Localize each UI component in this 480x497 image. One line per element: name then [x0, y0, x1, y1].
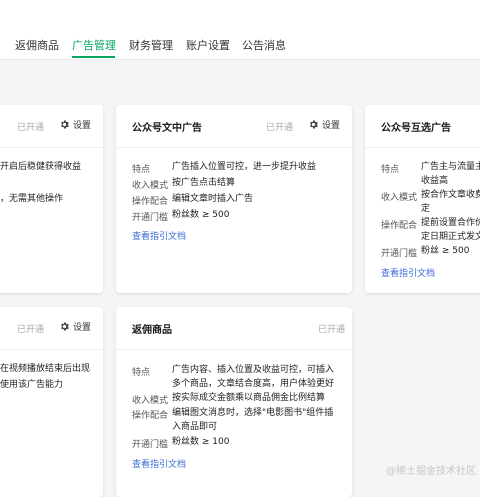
row-label-threshold: 开通门槛	[381, 249, 418, 259]
card-header: 已开通 设置	[0, 105, 103, 148]
row-value-feature: 广告主与流量主 收益高	[421, 162, 480, 186]
active-tab-indicator	[72, 56, 115, 58]
watermark: @稀土掘金技术社区	[386, 466, 476, 477]
feature-fragment-2: 使用该广告能力	[0, 380, 64, 390]
status-badge: 已开通	[17, 123, 45, 133]
tab-announcements[interactable]: 公告消息	[242, 37, 286, 53]
settings-label: 设置	[322, 121, 341, 131]
row-value-operation: 编辑文章时插入广告	[172, 194, 254, 204]
feature-fragment: 在视频播放结束后出现	[0, 364, 91, 374]
row-value-operation: 编辑图文消息时，选择"电影图书"组件插入商品即可	[172, 408, 334, 432]
settings-button[interactable]: 设置	[59, 118, 91, 131]
row-label-feature: 特点	[132, 165, 151, 175]
card-header: 公众号文中广告 已开通 设置	[116, 105, 352, 148]
tab-finance[interactable]: 财务管理	[129, 37, 173, 53]
row-label-feature: 特点	[381, 165, 400, 175]
row-value-operation: 提前设置合作价 定日期正式发文	[421, 218, 480, 242]
card-header: 公众号互选广告	[365, 105, 480, 148]
tab-commission-goods[interactable]: 返佣商品	[15, 37, 59, 53]
card-title: 公众号互选广告	[381, 123, 451, 134]
row-value-income: 按广告点击结算	[172, 178, 236, 188]
status-badge: 已开通	[266, 123, 294, 133]
card-mutual-ad: 公众号互选广告 特点 广告主与流量主 收益高 收入模式 按合作文章收费 定 操作…	[365, 105, 480, 293]
row-label-threshold: 开通门槛	[132, 213, 169, 223]
row-label-income: 收入模式	[381, 193, 418, 203]
settings-label: 设置	[73, 121, 92, 131]
guide-doc-link[interactable]: 查看指引文档	[132, 229, 186, 242]
card-title: 返佣商品	[132, 325, 172, 336]
card-header: 已开通 设置	[0, 307, 103, 350]
row-value-income: 按实际成交金额乘以商品佣金比例结算	[172, 393, 326, 403]
status-badge: 已开通	[17, 325, 45, 335]
card-title: 公众号文中广告	[132, 123, 202, 134]
tab-ad-management[interactable]: 广告管理	[72, 37, 116, 53]
settings-button[interactable]: 设置	[59, 320, 91, 333]
guide-doc-link[interactable]: 查看指引文档	[381, 266, 435, 279]
row-label-feature: 特点	[132, 368, 151, 378]
row-label-operation: 操作配合	[132, 411, 169, 421]
gear-icon	[61, 120, 69, 129]
row-label-threshold: 开通门槛	[132, 440, 169, 450]
row-value-threshold: 粉丝 ≥ 500	[421, 246, 470, 256]
tab-account-settings[interactable]: 账户设置	[186, 37, 230, 53]
row-label-operation: 操作配合	[132, 197, 169, 207]
card-commission-goods: 返佣商品 已开通 特点 广告内容、插入位置及收益可控，可插入多个商品，文章结合度…	[116, 307, 352, 497]
card-left-top: 已开通 设置 开启后稳健获得收益 ，无需其他操作	[0, 105, 103, 293]
row-label-income: 收入模式	[132, 396, 169, 406]
card-left-bottom: 已开通 设置 在视频播放结束后出现 使用该广告能力	[0, 307, 103, 497]
settings-label: 设置	[73, 323, 92, 333]
row-value-threshold: 粉丝数 ≥ 100	[172, 437, 230, 447]
row-value-feature: 广告插入位置可控，进一步提升收益	[172, 162, 317, 172]
row-value-threshold: 粉丝数 ≥ 500	[172, 210, 230, 220]
row-label-operation: 操作配合	[381, 221, 418, 231]
feature-fragment: 开启后稳健获得收益	[0, 162, 82, 172]
status-badge: 已开通	[318, 325, 346, 335]
row-value-feature: 广告内容、插入位置及收益可控，可插入多个商品，文章结合度高，用户体验更好	[172, 365, 335, 389]
settings-button[interactable]: 设置	[308, 118, 340, 131]
card-header: 返佣商品 已开通	[116, 307, 352, 350]
feature-fragment-2: ，无需其他操作	[0, 194, 64, 204]
row-value-income: 按合作文章收费 定	[421, 190, 480, 214]
guide-doc-link[interactable]: 查看指引文档	[132, 457, 186, 470]
gear-icon	[310, 120, 318, 129]
top-nav: 返佣商品 广告管理 财务管理 账户设置 公告消息	[0, 0, 480, 60]
row-label-income: 收入模式	[132, 181, 169, 191]
gear-icon	[61, 322, 69, 331]
card-article-ad: 公众号文中广告 已开通 设置 特点 广告插入位置可控，进一步提升收益 收入模式 …	[116, 105, 352, 293]
